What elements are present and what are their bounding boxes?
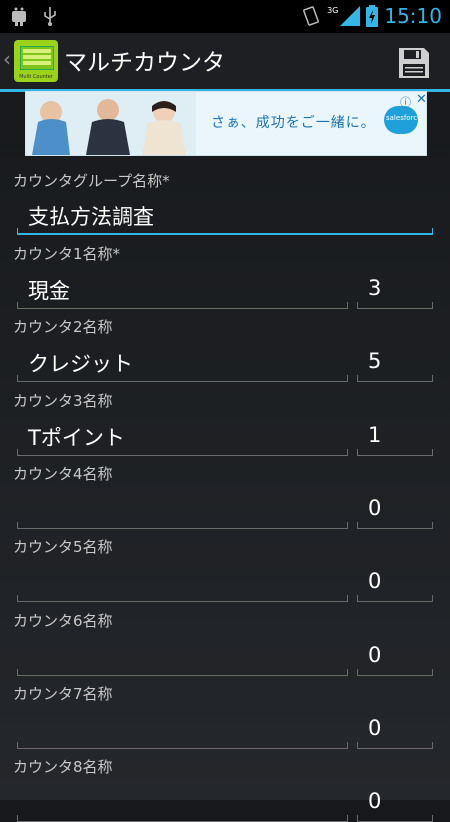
counter-count-underline xyxy=(357,595,433,603)
group-name-input[interactable]: 支払方法調査 xyxy=(28,201,154,231)
save-icon[interactable] xyxy=(396,45,432,81)
counter-count-underline xyxy=(357,521,433,529)
counter-name-label: カウンタ3名称 xyxy=(13,391,113,410)
counter-name-label: カウンタ1名称* xyxy=(13,245,121,263)
counter-name-underline xyxy=(17,302,348,309)
signal-icon xyxy=(340,6,361,26)
counter-count-underline xyxy=(357,448,433,456)
counter-count-input[interactable]: 1 xyxy=(368,423,381,447)
counter-count-underline xyxy=(357,668,433,676)
counter-name-label: カウンタ2名称 xyxy=(13,318,113,337)
counter-name-input[interactable]: クレジット xyxy=(28,348,133,378)
clock: 15:10 xyxy=(384,4,442,28)
battery-icon xyxy=(366,5,379,27)
up-caret-icon[interactable]: ‹ xyxy=(3,47,11,71)
ad-banner[interactable]: さぁ、成功をご一緒に。 salesforce ⓘ ✕ xyxy=(25,91,427,156)
ad-brand: salesforce xyxy=(386,114,422,122)
network-type: 3G xyxy=(327,5,339,15)
counter-name-underline xyxy=(17,448,348,456)
counter-name-input[interactable]: Tポイント xyxy=(28,422,125,452)
android-debug-icon xyxy=(12,7,26,26)
counter-name-label: カウンタ6名称 xyxy=(13,611,113,630)
counter-count-underline xyxy=(357,302,433,309)
counter-name-underline xyxy=(17,375,348,383)
counter-name-label: カウンタ5名称 xyxy=(13,538,113,557)
counter-count-input[interactable]: 0 xyxy=(368,569,381,593)
counter-count-underline xyxy=(357,741,433,749)
ad-info-icon[interactable]: ⓘ xyxy=(400,94,411,110)
app-icon-label: Multi Counter xyxy=(19,74,53,80)
counter-count-underline xyxy=(357,815,433,822)
ad-people-image xyxy=(26,92,196,155)
group-name-label: カウンタグループ名称* xyxy=(13,172,170,190)
vibrate-icon xyxy=(303,6,319,26)
counter-name-label: カウンタ7名称 xyxy=(13,684,113,703)
counter-name-underline xyxy=(17,668,348,676)
usb-icon xyxy=(44,7,56,26)
counter-name-label: カウンタ8名称 xyxy=(13,758,113,777)
counter-count-input[interactable]: 0 xyxy=(368,496,381,520)
counter-name-underline xyxy=(17,815,348,822)
counter-count-underline xyxy=(357,375,433,383)
ad-close-icon[interactable]: ✕ xyxy=(416,92,426,107)
page-title: マルチカウンタ xyxy=(64,50,225,76)
app-icon[interactable]: Multi Counter xyxy=(14,40,58,82)
counter-count-input[interactable]: 0 xyxy=(368,789,381,813)
counter-name-underline xyxy=(17,741,348,749)
counter-count-input[interactable]: 3 xyxy=(368,276,381,300)
counter-name-label: カウンタ4名称 xyxy=(13,464,113,483)
counter-name-input[interactable]: 現金 xyxy=(28,275,70,305)
counter-count-input[interactable]: 0 xyxy=(368,643,381,667)
counter-name-underline xyxy=(17,595,348,603)
counter-count-input[interactable]: 5 xyxy=(368,349,381,373)
status-bar: 3G 15:10 xyxy=(0,0,450,33)
counter-count-input[interactable]: 0 xyxy=(368,716,381,740)
ad-text: さぁ、成功をご一緒に。 xyxy=(211,115,376,131)
counter-name-underline xyxy=(17,521,348,529)
group-name-underline xyxy=(17,228,433,235)
